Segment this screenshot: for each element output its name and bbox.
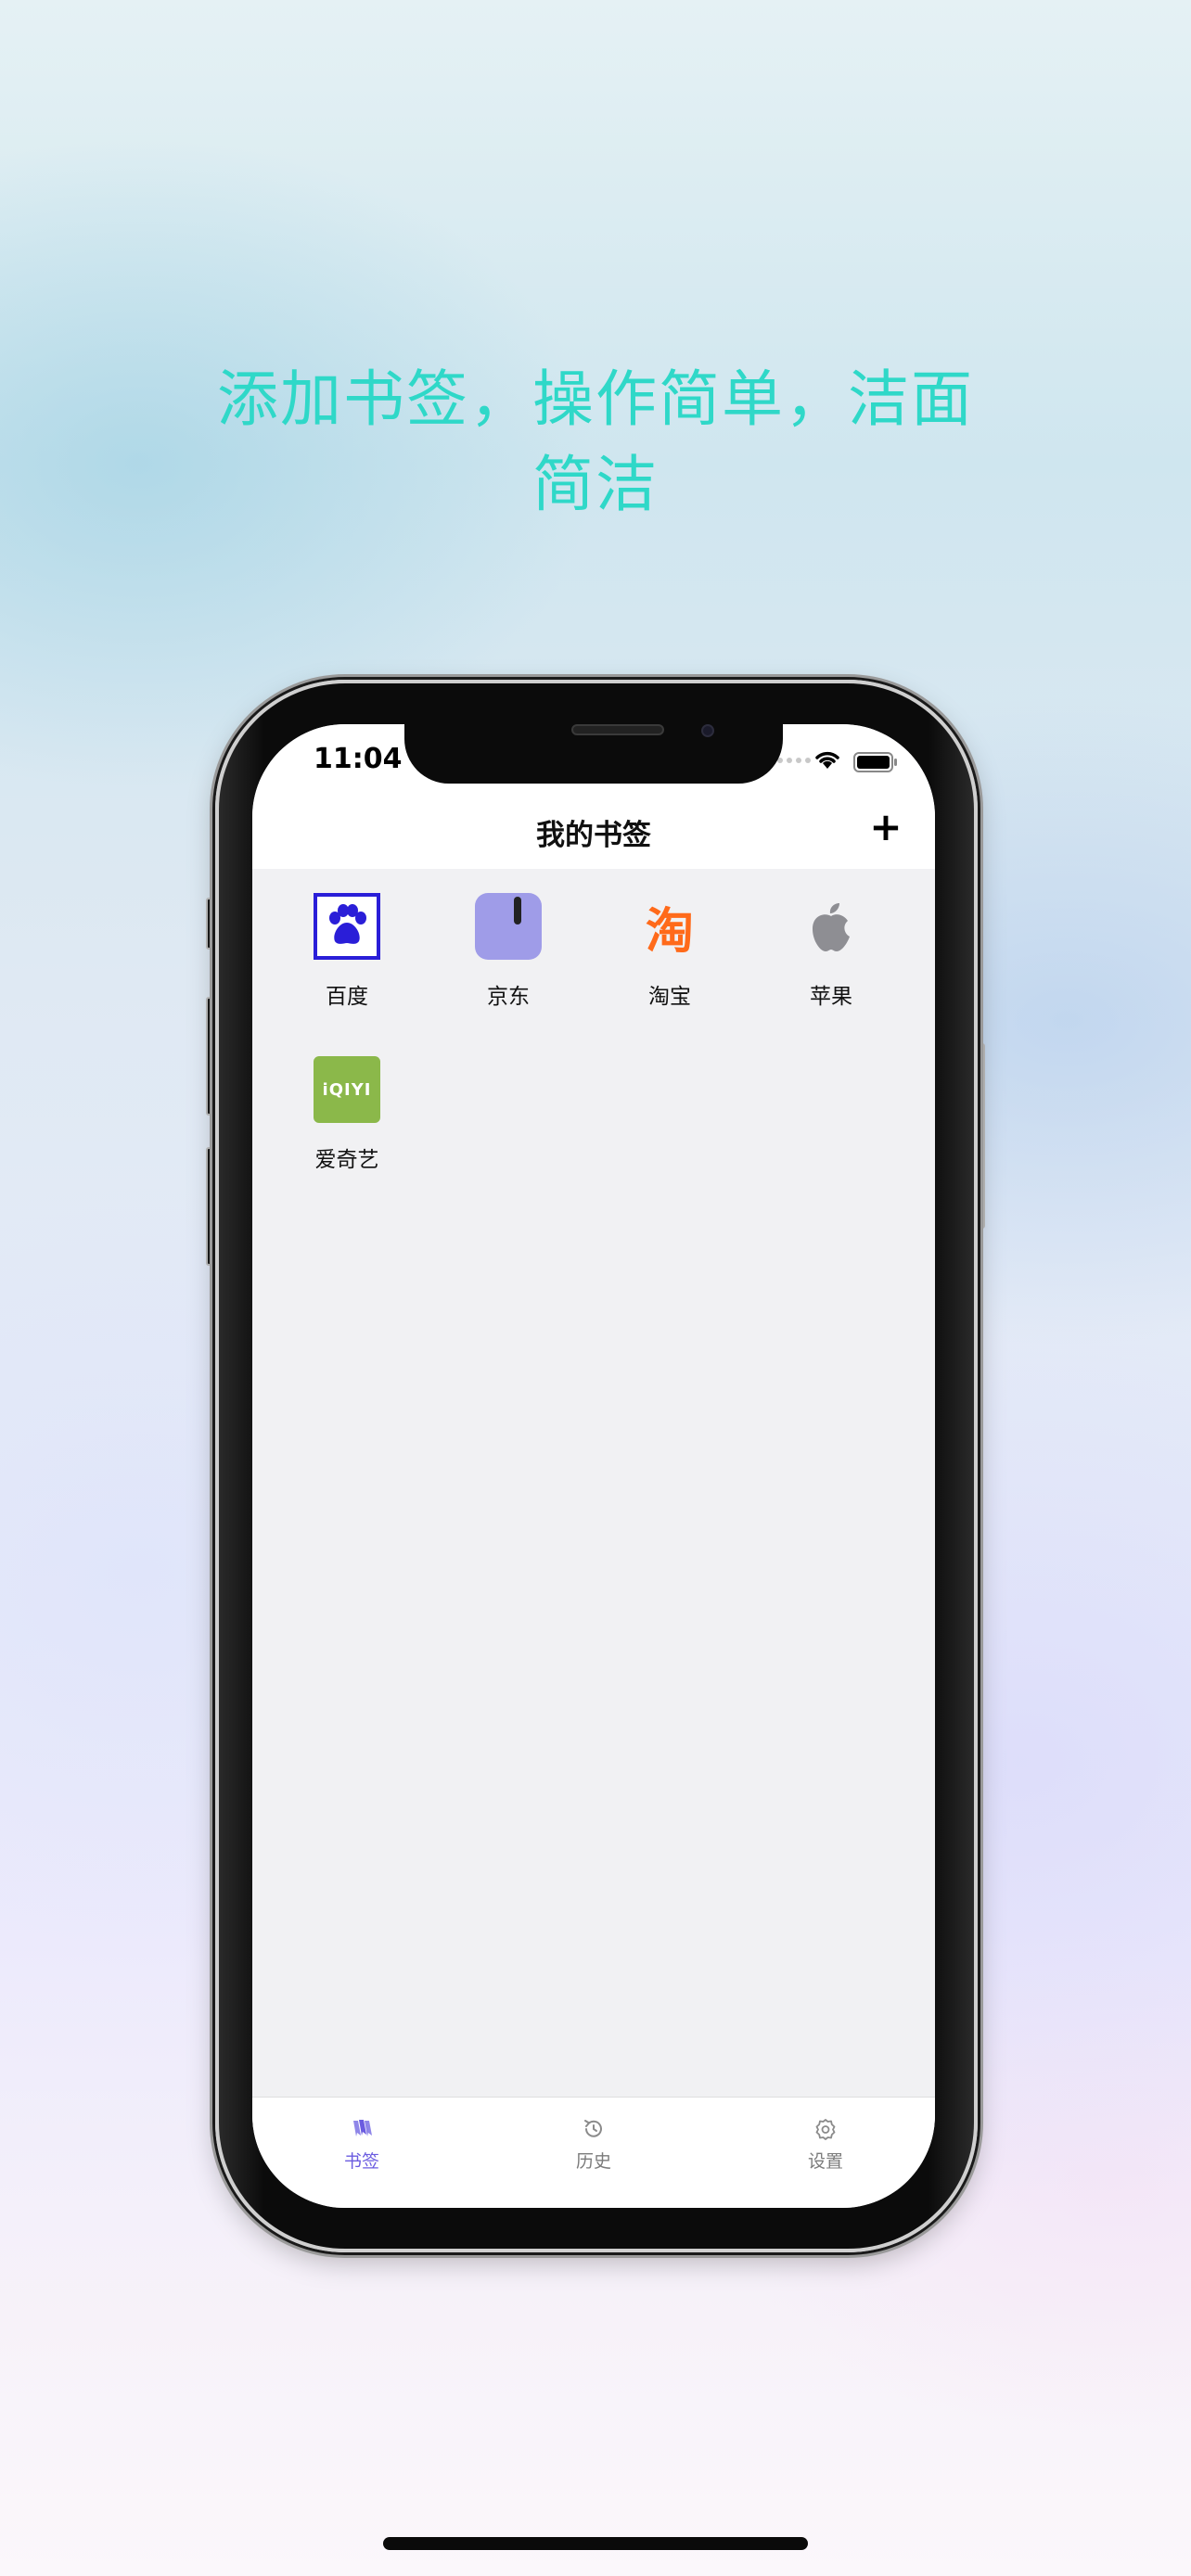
bookmark-item-jd[interactable]: 京东 (414, 869, 575, 1027)
bookmark-item-baidu[interactable]: 百度 (252, 869, 414, 1027)
promo-headline-line-1: 添加书签，操作简单，洁面 (217, 363, 974, 435)
taobao-icon: 淘 (645, 903, 694, 960)
iqiyi-icon: iQIYI (314, 1056, 380, 1123)
tab-label: 设置 (807, 2151, 843, 2172)
front-camera (701, 724, 714, 737)
tab-bookmarks[interactable]: 书签 (306, 2114, 417, 2173)
silent-switch (206, 898, 215, 950)
apple-icon (798, 893, 864, 960)
tab-history[interactable]: 历史 (538, 2114, 649, 2173)
battery-icon (853, 752, 897, 772)
bookmark-item-iqiyi[interactable]: iQIYI 爱奇艺 (252, 1032, 414, 1190)
home-indicator[interactable] (383, 2537, 808, 2550)
signal-icon (777, 758, 811, 763)
bookmarks-icon (306, 2114, 417, 2144)
bookmark-item-apple[interactable]: 苹果 (736, 869, 898, 1027)
tab-bar: 书签 历史 设置 (252, 2097, 935, 2208)
jd-icon (475, 893, 542, 960)
baidu-paw-icon (314, 893, 380, 960)
status-time: 11:04 (314, 743, 403, 775)
tab-label: 历史 (575, 2151, 611, 2172)
notch (404, 724, 783, 784)
navigation-bar: 我的书签 + (252, 789, 935, 869)
promo-headline-line-2: 简洁 (532, 449, 659, 520)
volume-down-button (206, 1147, 215, 1266)
volume-up-button (206, 997, 215, 1116)
bookmark-item-taobao[interactable]: 淘 淘宝 (575, 869, 736, 1027)
promo-headline: 添加书签，操作简单，洁面 简洁 (111, 357, 1080, 528)
phone-screen: 11:04 我的书签 + 百度 京东 淘 淘宝 苹果 iQIYI 爱奇艺 书签 … (252, 724, 935, 2208)
tab-label: 书签 (343, 2151, 379, 2172)
settings-icon (770, 2114, 881, 2144)
wifi-icon (815, 751, 839, 769)
earpiece-speaker (571, 724, 664, 735)
page-title: 我的书签 (536, 819, 651, 852)
add-bookmark-button[interactable]: + (863, 804, 909, 850)
history-icon (538, 2114, 649, 2144)
tab-settings[interactable]: 设置 (770, 2114, 881, 2173)
iqiyi-logo-text: iQIYI (322, 1079, 372, 1100)
bookmark-label: 爱奇艺 (314, 1148, 379, 1172)
bookmark-label: 苹果 (810, 985, 852, 1009)
